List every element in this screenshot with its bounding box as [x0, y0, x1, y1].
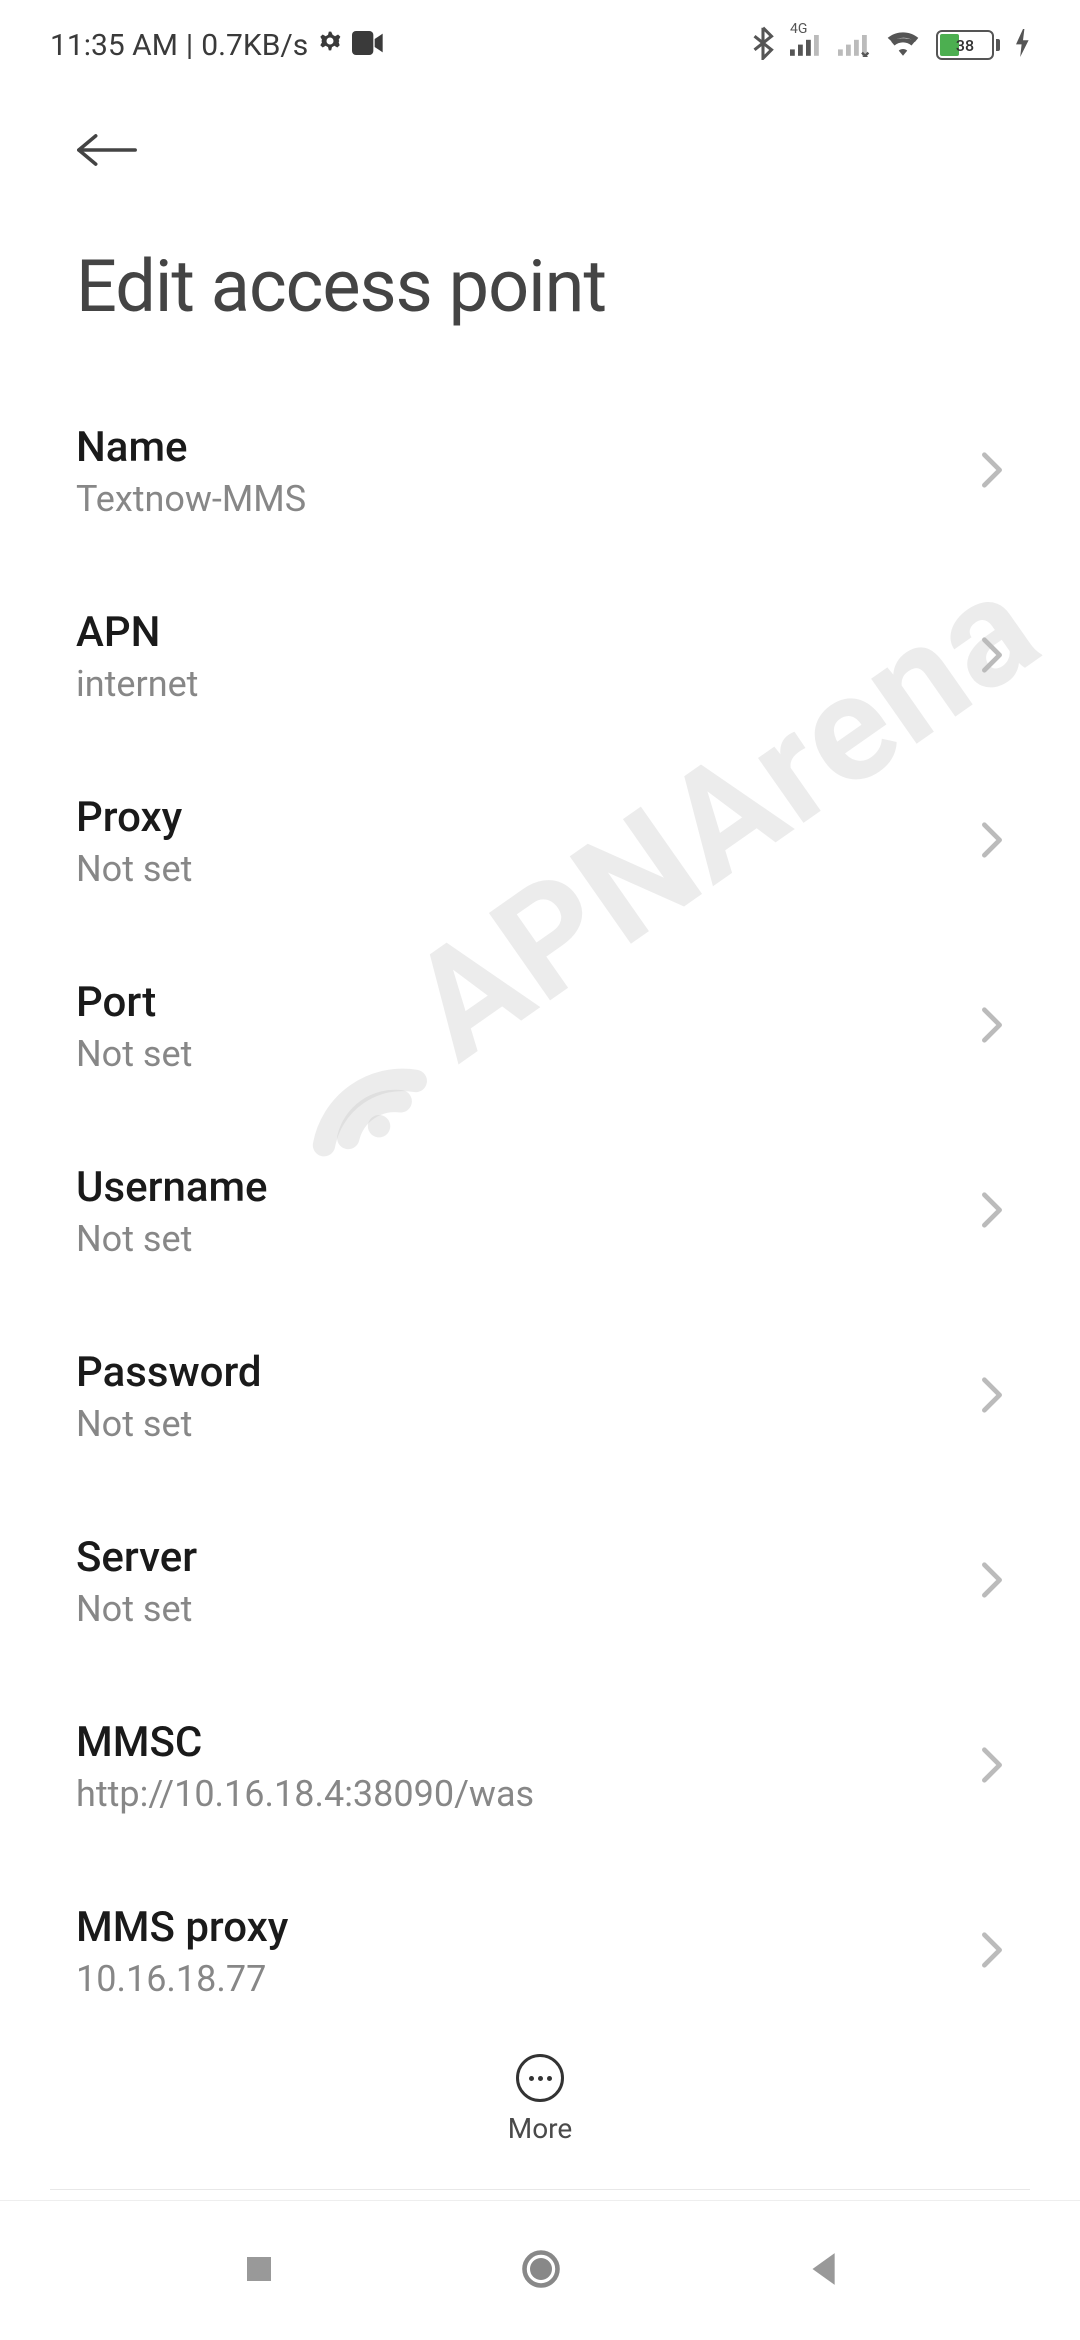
- chevron-right-icon: [980, 1561, 1004, 1603]
- chevron-right-icon: [980, 1006, 1004, 1048]
- battery-indicator: 38: [936, 30, 1000, 60]
- setting-item-proxy[interactable]: Proxy Not set: [0, 749, 1080, 934]
- setting-value: Not set: [76, 1403, 960, 1445]
- setting-item-port[interactable]: Port Not set: [0, 934, 1080, 1119]
- charging-icon: [1016, 29, 1030, 61]
- video-icon: [352, 28, 384, 63]
- setting-value: 10.16.18.77: [76, 1958, 960, 2000]
- chevron-right-icon: [980, 1746, 1004, 1788]
- setting-label: Server: [76, 1533, 960, 1582]
- gear-icon: [316, 27, 344, 63]
- chevron-right-icon: [980, 821, 1004, 863]
- header: Edit access point: [0, 90, 1080, 359]
- wifi-icon: [886, 29, 920, 61]
- bluetooth-icon: [752, 26, 774, 64]
- setting-value: Not set: [76, 1218, 960, 1260]
- setting-item-name[interactable]: Name Textnow-MMS: [0, 379, 1080, 564]
- status-data-rate: 0.7KB/s: [201, 28, 308, 63]
- nav-recents-button[interactable]: [241, 2251, 277, 2291]
- back-button[interactable]: [76, 130, 1004, 174]
- setting-item-username[interactable]: Username Not set: [0, 1119, 1080, 1304]
- setting-item-password[interactable]: Password Not set: [0, 1304, 1080, 1489]
- setting-label: APN: [76, 608, 960, 657]
- setting-value: internet: [76, 663, 960, 705]
- page-title: Edit access point: [76, 244, 1004, 329]
- chevron-right-icon: [980, 451, 1004, 493]
- status-right: 4G 38: [752, 26, 1030, 64]
- settings-list: Name Textnow-MMS APN internet Proxy Not …: [0, 359, 1080, 2044]
- setting-value: Textnow-MMS: [76, 478, 960, 520]
- setting-label: Username: [76, 1163, 960, 1212]
- nav-back-button[interactable]: [805, 2250, 839, 2292]
- setting-value: Not set: [76, 1033, 960, 1075]
- status-divider: |: [186, 28, 193, 63]
- setting-label: Password: [76, 1348, 960, 1397]
- chevron-right-icon: [980, 1191, 1004, 1233]
- status-time: 11:35 AM: [50, 28, 178, 63]
- more-icon: [516, 2054, 564, 2102]
- chevron-right-icon: [980, 1931, 1004, 1973]
- setting-item-mms-proxy[interactable]: MMS proxy 10.16.18.77: [0, 1859, 1080, 2044]
- nav-bar: [0, 2200, 1080, 2340]
- setting-value: http://10.16.18.4:38090/was: [76, 1773, 960, 1815]
- more-button[interactable]: More: [0, 2034, 1080, 2165]
- setting-value: Not set: [76, 1588, 960, 1630]
- chevron-right-icon: [980, 636, 1004, 678]
- chevron-right-icon: [980, 1376, 1004, 1418]
- setting-item-server[interactable]: Server Not set: [0, 1489, 1080, 1674]
- divider: [50, 2189, 1030, 2190]
- signal-4g-icon: 4G: [790, 29, 822, 61]
- more-label: More: [508, 2112, 573, 2145]
- signal-nosim-icon: [838, 29, 870, 61]
- setting-item-apn[interactable]: APN internet: [0, 564, 1080, 749]
- setting-label: Proxy: [76, 793, 960, 842]
- setting-label: Name: [76, 423, 960, 472]
- setting-value: Not set: [76, 848, 960, 890]
- setting-item-mmsc[interactable]: MMSC http://10.16.18.4:38090/was: [0, 1674, 1080, 1859]
- setting-label: MMSC: [76, 1718, 960, 1767]
- nav-home-button[interactable]: [519, 2247, 563, 2295]
- status-bar: 11:35 AM | 0.7KB/s 4G 38: [0, 0, 1080, 90]
- setting-label: Port: [76, 978, 960, 1027]
- status-left: 11:35 AM | 0.7KB/s: [50, 27, 384, 63]
- setting-label: MMS proxy: [76, 1903, 960, 1952]
